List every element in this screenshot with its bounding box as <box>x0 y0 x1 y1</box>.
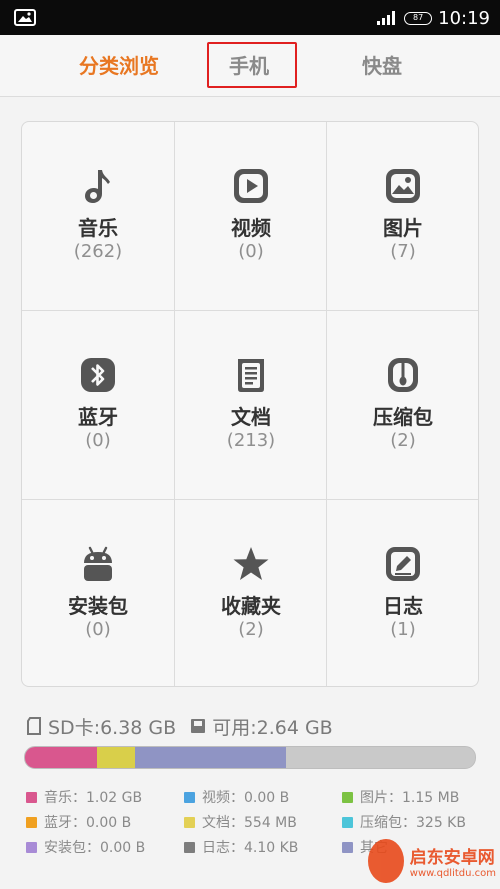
edit-log-icon <box>386 547 420 581</box>
category-bluetooth[interactable]: 蓝牙 (0) <box>22 311 174 499</box>
legend-swatch <box>342 841 353 853</box>
category-name: 收藏夹 <box>221 594 281 618</box>
status-time: 10:19 <box>438 7 490 29</box>
watermark: 启东安卓网 www.qdlitdu.com <box>368 837 496 885</box>
legend-swatch <box>184 841 195 853</box>
available-capacity-label: 可用:2.64 GB <box>212 716 333 739</box>
legend-swatch <box>26 816 37 828</box>
storage-segment-images <box>135 747 286 768</box>
zip-archive-icon <box>388 358 418 392</box>
legend-label: 安装包：0.00 B <box>44 840 146 856</box>
category-count: (1) <box>390 619 416 640</box>
android-icon <box>84 546 112 581</box>
category-count: (262) <box>73 241 123 262</box>
legend-item: 音乐：1.02 GB <box>26 786 142 808</box>
legend-item: 安装包：0.00 B <box>26 836 145 858</box>
category-name: 文档 <box>231 405 271 429</box>
legend-swatch <box>184 816 195 828</box>
image-notification-icon <box>14 9 36 26</box>
video-play-icon <box>234 169 268 203</box>
category-count: (2) <box>238 619 264 640</box>
category-name: 音乐 <box>78 216 118 240</box>
legend-item: 视频：0.00 B <box>184 786 289 808</box>
picture-icon <box>386 169 420 203</box>
category-logs[interactable]: 日志 (1) <box>327 500 478 686</box>
watermark-name: 启东安卓网 <box>409 848 495 868</box>
battery-icon: 87 <box>404 11 433 25</box>
legend-label: 音乐：1.02 GB <box>44 790 143 806</box>
legend-item: 蓝牙：0.00 B <box>26 811 131 833</box>
category-count: (7) <box>390 241 416 262</box>
storage-segment-docs <box>97 747 136 768</box>
category-documents[interactable]: 文档 (213) <box>175 311 327 499</box>
bluetooth-icon <box>81 358 115 392</box>
sd-capacity-label: SD卡:6.38 GB <box>48 716 177 739</box>
tab-kuaipan[interactable]: 快盘 <box>320 35 444 97</box>
legend-label: 图片：1.15 MB <box>360 790 460 806</box>
tab-bar: 分类浏览 手机 快盘 <box>0 35 500 97</box>
storage-segment-music <box>25 747 97 768</box>
tab-category-browse[interactable]: 分类浏览 <box>58 35 180 97</box>
category-archives[interactable]: 压缩包 (2) <box>327 311 478 499</box>
storage-available-icon <box>191 719 206 733</box>
legend-swatch <box>26 841 37 853</box>
watermark-logo-icon <box>368 839 404 883</box>
category-name: 图片 <box>383 216 423 240</box>
category-count: (213) <box>226 430 276 451</box>
category-count: (0) <box>238 241 264 262</box>
category-count: (0) <box>85 430 111 451</box>
signal-icon <box>377 11 396 25</box>
legend-item: 文档：554 MB <box>184 811 297 833</box>
status-bar: 87 10:19 <box>0 0 500 35</box>
tab-highlight-box <box>207 42 297 88</box>
sd-card-icon <box>27 717 41 735</box>
category-name: 视频 <box>231 216 271 240</box>
star-icon <box>233 547 269 580</box>
category-name: 安装包 <box>68 594 128 618</box>
legend-swatch <box>184 791 195 803</box>
category-grid: 音乐 (262) 视频 (0) 图片 (7) 蓝牙 (0) 文档 (213) 压… <box>21 121 479 687</box>
legend-label: 压缩包：325 KB <box>360 815 466 831</box>
category-pictures[interactable]: 图片 (7) <box>327 122 478 310</box>
legend-item: 图片：1.15 MB <box>342 786 459 808</box>
legend-label: 日志：4.10 KB <box>202 840 299 856</box>
legend-swatch <box>342 791 353 803</box>
category-video[interactable]: 视频 (0) <box>175 122 327 310</box>
legend-item: 日志：4.10 KB <box>184 836 298 858</box>
legend-swatch <box>26 791 37 803</box>
storage-segment-free <box>286 747 475 768</box>
category-favorites[interactable]: 收藏夹 (2) <box>175 500 327 686</box>
category-name: 日志 <box>383 594 423 618</box>
storage-usage-bar <box>24 746 476 769</box>
document-icon <box>238 359 264 392</box>
legend-label: 文档：554 MB <box>202 815 297 831</box>
legend-item: 压缩包：325 KB <box>342 811 466 833</box>
category-count: (2) <box>390 430 416 451</box>
music-note-icon <box>85 170 110 203</box>
category-apk[interactable]: 安装包 (0) <box>22 500 174 686</box>
legend-swatch <box>342 816 353 828</box>
category-name: 蓝牙 <box>78 405 118 429</box>
legend-label: 蓝牙：0.00 B <box>44 815 132 831</box>
category-count: (0) <box>85 619 111 640</box>
category-music[interactable]: 音乐 (262) <box>22 122 174 310</box>
storage-summary: SD卡:6.38 GB 可用:2.64 GB <box>26 712 333 740</box>
legend-label: 视频：0.00 B <box>202 790 290 806</box>
category-name: 压缩包 <box>373 405 433 429</box>
watermark-url: www.qdlitdu.com <box>409 868 496 879</box>
